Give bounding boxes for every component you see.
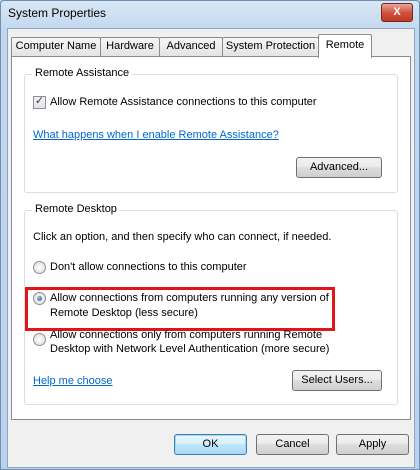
- close-button[interactable]: X: [381, 3, 413, 22]
- remote-assistance-group: Remote Assistance ✓ Allow Remote Assista…: [24, 67, 398, 193]
- radio-dont-allow[interactable]: [33, 261, 46, 274]
- remote-assistance-help-link[interactable]: What happens when I enable Remote Assist…: [33, 129, 279, 141]
- tab-hardware[interactable]: Hardware: [100, 37, 160, 56]
- title-bar[interactable]: System Properties X: [1, 1, 419, 25]
- checkmark-icon: ✓: [34, 95, 45, 107]
- allow-remote-assistance-label[interactable]: Allow Remote Assistance connections to t…: [50, 96, 317, 108]
- radio-allow-any-version-label-line2[interactable]: Remote Desktop (less secure): [50, 307, 198, 319]
- advanced-button[interactable]: Advanced...: [296, 157, 382, 178]
- apply-button[interactable]: Apply: [336, 434, 409, 455]
- dialog-client-area: Computer Name Hardware Advanced System P…: [7, 28, 415, 468]
- system-properties-window: System Properties X Computer Name Hardwa…: [0, 0, 420, 470]
- radio-allow-nla-only-label-line1[interactable]: Allow connections only from computers ru…: [50, 329, 322, 341]
- tab-remote[interactable]: Remote: [318, 34, 372, 58]
- window-title: System Properties: [8, 6, 107, 20]
- remote-desktop-instruction: Click an option, and then specify who ca…: [33, 231, 332, 243]
- radio-allow-nla-only-label-line2[interactable]: Desktop with Network Level Authenticatio…: [50, 343, 329, 355]
- tab-advanced[interactable]: Advanced: [159, 37, 223, 56]
- select-users-button[interactable]: Select Users...: [292, 370, 382, 391]
- ok-button[interactable]: OK: [174, 434, 247, 455]
- remote-tab-panel: Remote Assistance ✓ Allow Remote Assista…: [11, 56, 411, 420]
- close-icon: X: [393, 6, 401, 18]
- allow-remote-assistance-checkbox[interactable]: ✓: [33, 95, 46, 109]
- remote-assistance-group-title: Remote Assistance: [32, 67, 133, 79]
- radio-allow-nla-only[interactable]: [33, 333, 46, 346]
- remote-desktop-group: Remote Desktop Click an option, and then…: [24, 203, 398, 405]
- remote-desktop-group-title: Remote Desktop: [32, 203, 120, 215]
- tab-computer-name[interactable]: Computer Name: [11, 37, 101, 56]
- tab-system-protection[interactable]: System Protection: [222, 37, 319, 56]
- radio-allow-any-version[interactable]: [33, 292, 46, 305]
- radio-allow-any-version-label-line1[interactable]: Allow connections from computers running…: [50, 292, 329, 304]
- help-me-choose-link[interactable]: Help me choose: [33, 375, 113, 387]
- cancel-button[interactable]: Cancel: [256, 434, 329, 455]
- radio-dont-allow-label[interactable]: Don't allow connections to this computer: [50, 261, 247, 273]
